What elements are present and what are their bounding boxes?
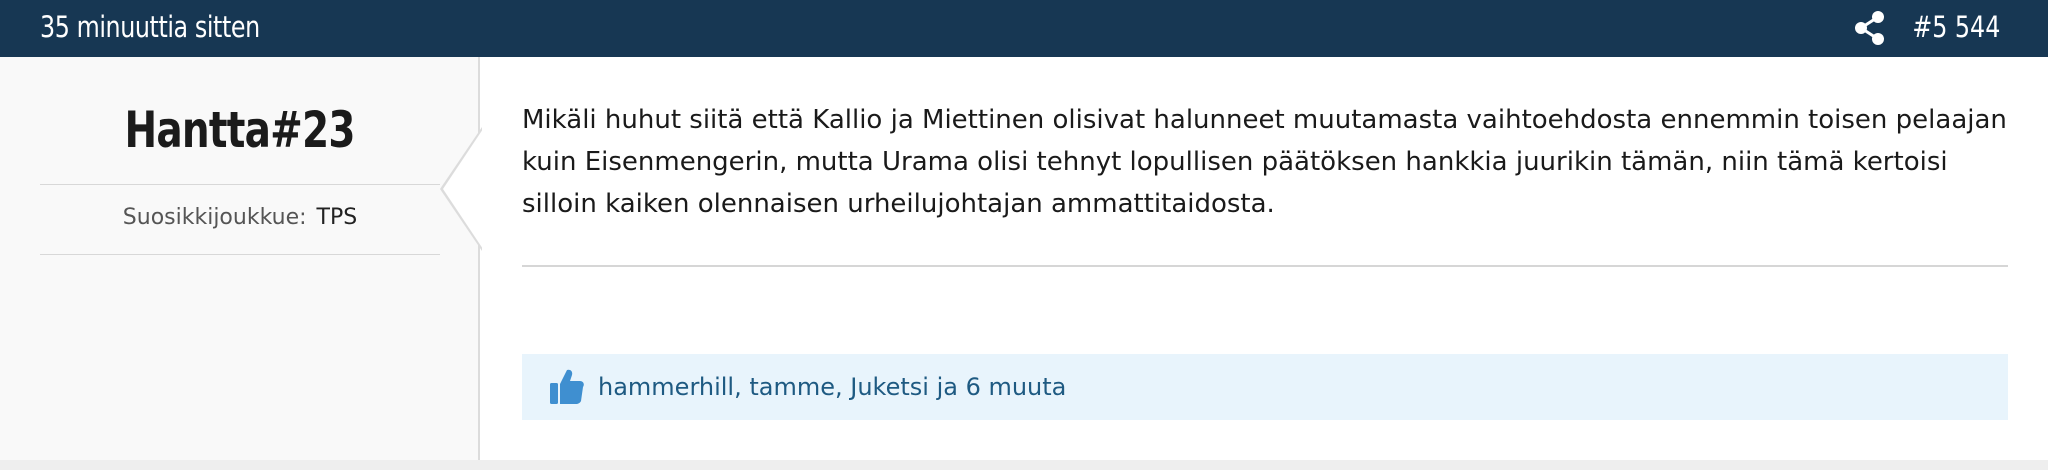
thumbs-up-icon[interactable] <box>550 368 584 404</box>
share-icon[interactable] <box>1854 10 1886 46</box>
user-divider-bottom <box>40 254 440 255</box>
post-number-link[interactable]: #5 544 <box>1912 7 2000 47</box>
username-text: Hantta#23 <box>124 101 356 159</box>
user-divider-top <box>40 184 440 185</box>
post-header: 35 minuuttia sitten #5 544 <box>0 0 2048 57</box>
likes-bar: hammerhill, tamme, Juketsi ja 6 muuta <box>522 354 2008 420</box>
favorite-team-value: TPS <box>316 205 358 230</box>
post-body: Hantta#23 Suosikkijoukkue: TPS Mikäli huh… <box>0 57 2048 460</box>
post-timestamp: 35 minuuttia sitten <box>40 10 260 44</box>
panel-arrow <box>443 129 483 249</box>
user-info-panel: Hantta#23 Suosikkijoukkue: TPS <box>0 57 480 460</box>
likes-list-link[interactable]: hammerhill, tamme, Juketsi ja 6 muuta <box>598 354 1066 420</box>
favorite-team: Suosikkijoukkue: TPS <box>40 205 440 230</box>
username-link[interactable]: Hantta#23 <box>40 101 440 159</box>
content-separator <box>522 265 2008 267</box>
favorite-team-label: Suosikkijoukkue: <box>122 205 307 230</box>
post-content-text: Mikäli huhut siitä että Kallio ja Mietti… <box>522 105 2007 219</box>
